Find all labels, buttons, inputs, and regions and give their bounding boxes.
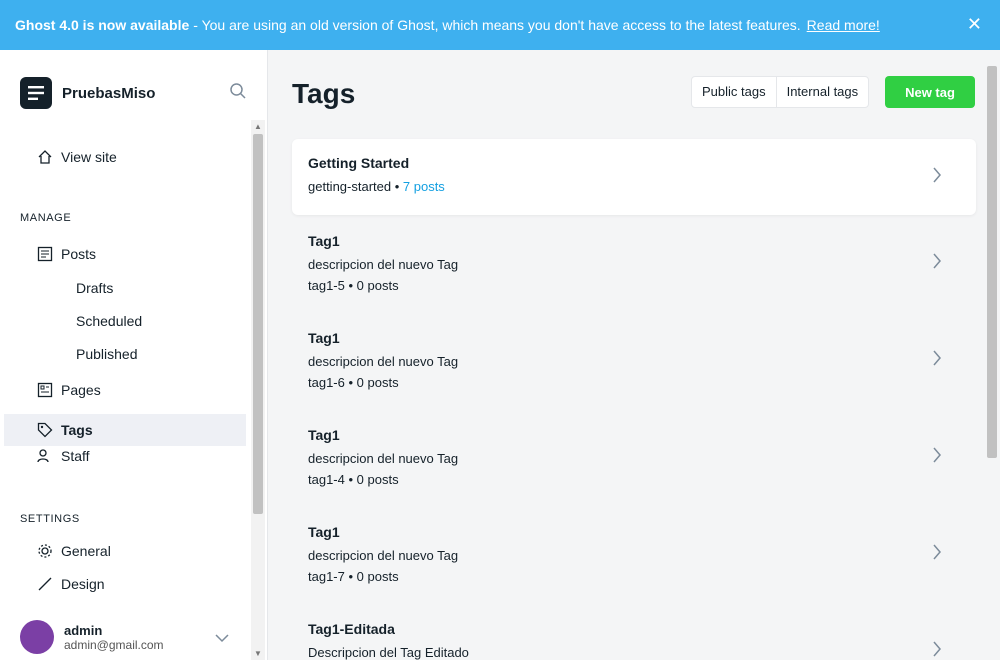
tag-description: descripcion del nuevo Tag bbox=[308, 451, 459, 466]
sidebar-item-posts[interactable]: Posts bbox=[36, 245, 96, 263]
sidebar-item-design[interactable]: Design bbox=[36, 575, 105, 593]
tag-type-filter: Public tags Internal tags bbox=[691, 76, 870, 108]
brand[interactable]: PruebasMiso bbox=[20, 77, 155, 109]
tag-slug: tag1-7 bbox=[308, 569, 345, 584]
tag-post-count: 0 posts bbox=[356, 375, 399, 390]
design-label: Design bbox=[61, 576, 105, 592]
chevron-right-icon bbox=[932, 544, 942, 565]
avatar bbox=[20, 620, 54, 654]
search-icon[interactable] bbox=[229, 82, 247, 100]
main-content: Tags Public tags Internal tags New tag G… bbox=[268, 50, 1000, 660]
new-tag-button[interactable]: New tag bbox=[885, 76, 975, 108]
tag-name: Tag1-Editada bbox=[308, 621, 395, 637]
sidebar-item-drafts[interactable]: Drafts bbox=[76, 280, 113, 296]
scroll-down-arrow-icon[interactable]: ▼ bbox=[254, 649, 262, 658]
tag-description: descripcion del nuevo Tag bbox=[308, 548, 459, 563]
tag-slug: tag1-6 bbox=[308, 375, 345, 390]
gear-icon bbox=[36, 542, 54, 560]
tag-name: Tag1 bbox=[308, 330, 340, 346]
tag-post-count: 0 posts bbox=[356, 472, 399, 487]
tag-row[interactable]: Tag1 descripcion del nuevo Tag tag1-5 • … bbox=[292, 221, 976, 301]
chevron-right-icon bbox=[932, 641, 942, 660]
home-icon bbox=[36, 148, 54, 166]
tag-meta: tag1-4 • 0 posts bbox=[308, 472, 399, 487]
tag-description: descripcion del nuevo Tag bbox=[308, 354, 459, 369]
sidebar-item-published[interactable]: Published bbox=[76, 346, 138, 362]
tag-row[interactable]: Getting Started getting-started • 7 post… bbox=[292, 139, 976, 215]
tag-meta: getting-started • 7 posts bbox=[308, 179, 445, 194]
site-logo-icon bbox=[20, 77, 52, 109]
page-title: Tags bbox=[292, 78, 356, 109]
tag-name: Tag1 bbox=[308, 524, 340, 540]
settings-section-label: SETTINGS bbox=[20, 513, 80, 525]
tag-post-count: 0 posts bbox=[356, 278, 399, 293]
tag-slug: getting-started bbox=[308, 179, 392, 194]
chevron-down-icon[interactable] bbox=[215, 630, 229, 648]
sidebar-scrollbar[interactable]: ▲ ▼ bbox=[251, 120, 265, 660]
chevron-right-icon bbox=[932, 350, 942, 371]
tag-name: Tag1 bbox=[308, 233, 340, 249]
chevron-right-icon bbox=[932, 167, 942, 188]
tag-row[interactable]: Tag1 descripcion del nuevo Tag tag1-4 • … bbox=[292, 415, 976, 495]
sidebar-item-tags[interactable]: Tags bbox=[4, 414, 246, 446]
user-menu[interactable]: admin admin@gmail.com bbox=[20, 620, 164, 654]
chevron-right-icon bbox=[932, 253, 942, 274]
sidebar-item-pages[interactable]: Pages bbox=[36, 381, 101, 399]
user-name: admin bbox=[64, 622, 103, 638]
staff-icon bbox=[36, 447, 54, 465]
sidebar-item-staff[interactable]: Staff bbox=[36, 447, 90, 465]
tag-meta: tag1-5 • 0 posts bbox=[308, 278, 399, 293]
site-name: PruebasMiso bbox=[62, 84, 156, 102]
banner-text: - You are using an old version of Ghost,… bbox=[193, 17, 801, 33]
sidebar-item-general[interactable]: General bbox=[36, 542, 111, 560]
main-scrollbar-thumb[interactable] bbox=[987, 66, 997, 458]
tag-row[interactable]: Tag1-Editada Descripcion del Tag Editado bbox=[292, 609, 976, 660]
banner-read-more-link[interactable]: Read more! bbox=[807, 17, 880, 33]
tag-name: Getting Started bbox=[308, 155, 410, 171]
tag-meta: tag1-6 • 0 posts bbox=[308, 375, 399, 390]
sidebar-item-scheduled[interactable]: Scheduled bbox=[76, 313, 142, 329]
close-icon[interactable]: ✕ bbox=[967, 14, 982, 35]
sidebar: PruebasMiso View site MANAGE Posts Draft… bbox=[0, 50, 268, 660]
sidebar-item-view-site[interactable]: View site bbox=[36, 148, 117, 166]
posts-label: Posts bbox=[61, 246, 97, 262]
manage-section-label: MANAGE bbox=[20, 212, 72, 224]
chevron-right-icon bbox=[932, 447, 942, 468]
tag-description: Descripcion del Tag Editado bbox=[308, 645, 469, 660]
update-banner: Ghost 4.0 is now available - You are usi… bbox=[0, 0, 1000, 50]
tag-row[interactable]: Tag1 descripcion del nuevo Tag tag1-7 • … bbox=[292, 512, 976, 592]
tag-post-count[interactable]: 7 posts bbox=[403, 179, 445, 194]
tag-post-count: 0 posts bbox=[356, 569, 399, 584]
tag-slug: tag1-4 bbox=[308, 472, 345, 487]
view-site-label: View site bbox=[61, 149, 117, 165]
public-tags-tab[interactable]: Public tags bbox=[692, 77, 776, 107]
tag-name: Tag1 bbox=[308, 427, 340, 443]
tag-row[interactable]: Tag1 descripcion del nuevo Tag tag1-6 • … bbox=[292, 318, 976, 398]
main-scrollbar[interactable] bbox=[985, 64, 999, 660]
user-email: admin@gmail.com bbox=[64, 637, 164, 652]
staff-label: Staff bbox=[61, 448, 90, 464]
tag-meta: tag1-7 • 0 posts bbox=[308, 569, 399, 584]
pages-label: Pages bbox=[61, 382, 101, 398]
pages-icon bbox=[36, 381, 54, 399]
internal-tags-tab[interactable]: Internal tags bbox=[775, 77, 869, 107]
banner-title: Ghost 4.0 is now available bbox=[15, 17, 190, 33]
scroll-up-arrow-icon[interactable]: ▲ bbox=[254, 122, 262, 131]
sidebar-scrollbar-thumb[interactable] bbox=[253, 134, 263, 514]
posts-icon bbox=[36, 245, 54, 263]
tag-icon bbox=[36, 421, 54, 439]
tag-description: descripcion del nuevo Tag bbox=[308, 257, 459, 272]
general-label: General bbox=[61, 543, 111, 559]
tags-label: Tags bbox=[61, 422, 93, 438]
tag-slug: tag1-5 bbox=[308, 278, 345, 293]
design-icon bbox=[36, 575, 54, 593]
